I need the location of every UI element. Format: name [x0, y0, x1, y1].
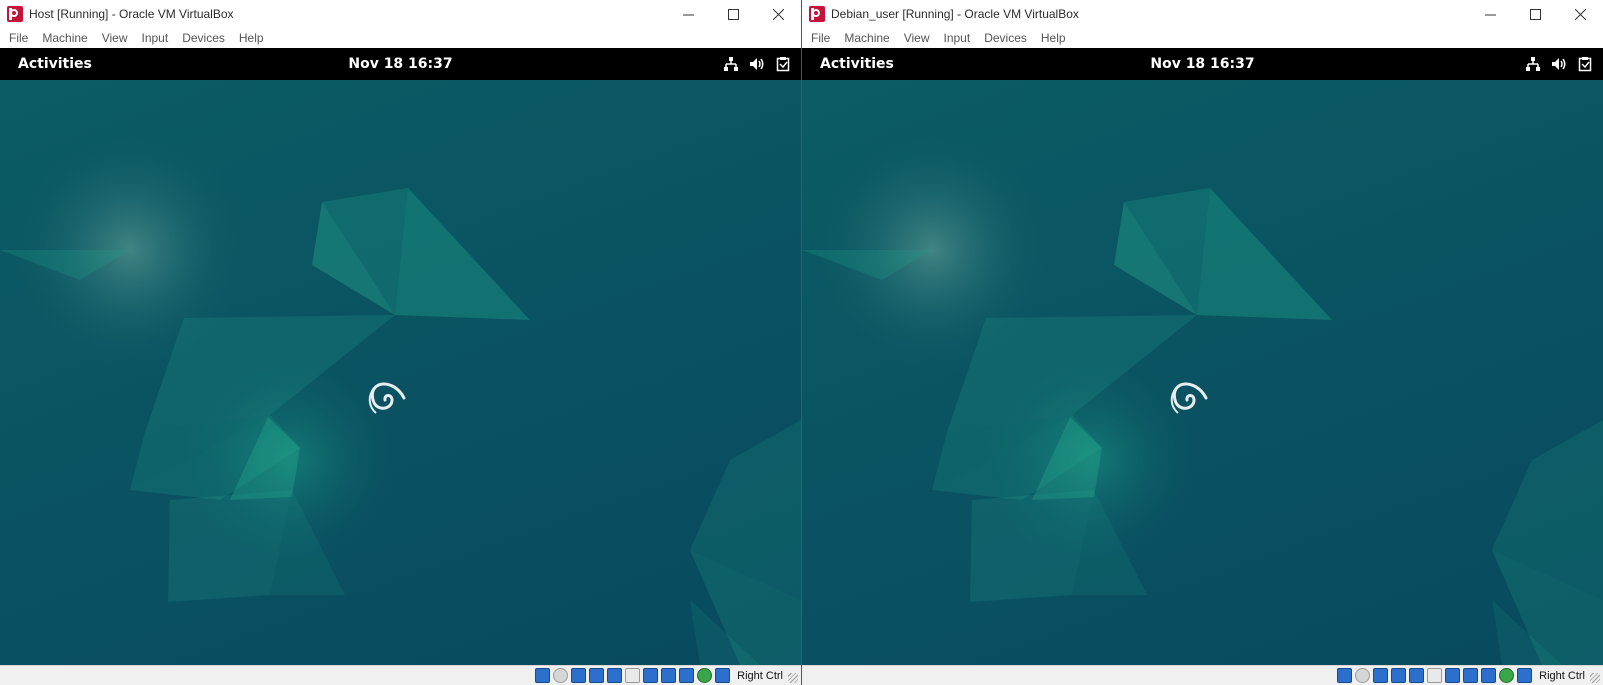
system-tray[interactable]: [723, 48, 791, 80]
debian-wallpaper: [802, 80, 1603, 665]
menu-machine[interactable]: Machine: [35, 31, 94, 45]
menu-help[interactable]: Help: [232, 31, 271, 45]
virtualization-icon[interactable]: [679, 668, 695, 683]
virtualbox-app-icon: [7, 6, 23, 22]
system-tray[interactable]: [1525, 48, 1593, 80]
usb-icon[interactable]: [1409, 668, 1425, 683]
virtualization-icon[interactable]: [1481, 668, 1497, 683]
minimize-icon: [683, 14, 694, 15]
maximize-button[interactable]: [1513, 0, 1558, 28]
clipboard-battery-icon[interactable]: [775, 56, 791, 72]
menu-input[interactable]: Input: [135, 31, 176, 45]
debian-wallpaper: [0, 80, 801, 665]
maximize-icon: [728, 8, 739, 20]
window-titlebar[interactable]: Host [Running] - Oracle VM VirtualBox: [0, 0, 801, 28]
display-icon[interactable]: [643, 668, 659, 683]
close-icon: [773, 8, 784, 20]
network-icon[interactable]: [1391, 668, 1407, 683]
vm-statusbar: Right Ctrl: [802, 665, 1603, 685]
keyboard-capture-icon[interactable]: [1517, 668, 1533, 683]
audio-icon[interactable]: [1373, 668, 1389, 683]
guest-display[interactable]: Activities Nov 18 16:37: [802, 48, 1603, 665]
usb-icon[interactable]: [607, 668, 623, 683]
menu-file[interactable]: File: [804, 31, 837, 45]
mouse-integration-icon[interactable]: [697, 668, 713, 683]
close-button[interactable]: [1558, 0, 1603, 28]
host-key-label: Right Ctrl: [1539, 669, 1585, 682]
minimize-button[interactable]: [1468, 0, 1513, 28]
hard-disk-icon[interactable]: [535, 668, 551, 683]
window-controls: [1468, 0, 1603, 28]
audio-icon[interactable]: [571, 668, 587, 683]
volume-icon[interactable]: [1551, 56, 1567, 72]
mouse-integration-icon[interactable]: [1499, 668, 1515, 683]
host-key-label: Right Ctrl: [737, 669, 783, 682]
window-controls: [666, 0, 801, 28]
menu-devices[interactable]: Devices: [175, 31, 232, 45]
minimize-button[interactable]: [666, 0, 711, 28]
menu-file[interactable]: File: [2, 31, 35, 45]
menu-devices[interactable]: Devices: [977, 31, 1034, 45]
window-title: Host [Running] - Oracle VM VirtualBox: [29, 7, 234, 21]
menu-view[interactable]: View: [897, 31, 937, 45]
resize-grip[interactable]: [788, 673, 798, 683]
network-icon[interactable]: [589, 668, 605, 683]
hard-disk-icon[interactable]: [1337, 668, 1353, 683]
maximize-button[interactable]: [711, 0, 756, 28]
minimize-icon: [1485, 14, 1496, 15]
menu-machine[interactable]: Machine: [837, 31, 896, 45]
keyboard-capture-icon[interactable]: [715, 668, 731, 683]
window-titlebar[interactable]: Debian_user [Running] - Oracle VM Virtua…: [802, 0, 1603, 28]
clock[interactable]: Nov 18 16:37: [0, 48, 801, 80]
menubar: File Machine View Input Devices Help: [802, 28, 1603, 48]
virtualbox-window-host[interactable]: Host [Running] - Oracle VM VirtualBox Fi…: [0, 0, 802, 685]
menu-view[interactable]: View: [95, 31, 135, 45]
volume-icon[interactable]: [749, 56, 765, 72]
vm-statusbar: Right Ctrl: [0, 665, 801, 685]
maximize-icon: [1530, 8, 1541, 20]
optical-drive-icon[interactable]: [1355, 668, 1371, 683]
close-icon: [1575, 8, 1586, 20]
close-button[interactable]: [756, 0, 801, 28]
network-wired-icon[interactable]: [723, 56, 739, 72]
menubar: File Machine View Input Devices Help: [0, 28, 801, 48]
gnome-top-bar: Activities Nov 18 16:37: [802, 48, 1603, 80]
clipboard-battery-icon[interactable]: [1577, 56, 1593, 72]
menu-input[interactable]: Input: [937, 31, 978, 45]
virtualbox-window-debian-user[interactable]: Debian_user [Running] - Oracle VM Virtua…: [802, 0, 1603, 685]
video-capture-icon[interactable]: [1463, 668, 1479, 683]
clock[interactable]: Nov 18 16:37: [802, 48, 1603, 80]
window-title: Debian_user [Running] - Oracle VM Virtua…: [831, 7, 1079, 21]
shared-folder-icon[interactable]: [1427, 668, 1443, 683]
display-icon[interactable]: [1445, 668, 1461, 683]
gnome-top-bar: Activities Nov 18 16:37: [0, 48, 801, 80]
virtualbox-app-icon: [809, 6, 825, 22]
menu-help[interactable]: Help: [1034, 31, 1073, 45]
device-indicators: Right Ctrl: [1337, 668, 1585, 683]
video-capture-icon[interactable]: [661, 668, 677, 683]
network-wired-icon[interactable]: [1525, 56, 1541, 72]
shared-folder-icon[interactable]: [625, 668, 641, 683]
device-indicators: Right Ctrl: [535, 668, 783, 683]
guest-display[interactable]: Activities Nov 18 16:37: [0, 48, 801, 665]
resize-grip[interactable]: [1590, 673, 1600, 683]
optical-drive-icon[interactable]: [553, 668, 569, 683]
